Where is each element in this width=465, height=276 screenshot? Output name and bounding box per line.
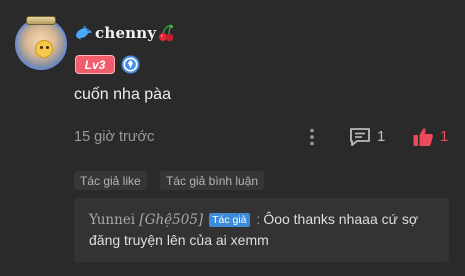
reply-icon[interactable] xyxy=(349,127,371,147)
reply-author-name-suffix: [Ghệ505] xyxy=(139,212,204,228)
avatar-image xyxy=(15,18,67,70)
avatar-frame-badge xyxy=(26,16,56,25)
avatar[interactable] xyxy=(15,16,67,70)
avatar-face-decoration xyxy=(35,40,53,58)
more-vertical-icon[interactable] xyxy=(306,127,318,147)
author-chip: Tác giả xyxy=(209,213,250,227)
reply-author-name[interactable]: Yunnei [Ghệ505] xyxy=(89,212,203,228)
verified-badge-icon xyxy=(121,55,140,74)
reply-separator: : xyxy=(256,211,261,227)
reply-author-name-prefix: Yunnei xyxy=(89,212,140,228)
level-badge: Lv3 xyxy=(75,55,115,74)
like-count: 1 xyxy=(440,128,449,145)
dolphin-icon xyxy=(75,25,93,41)
author-liked-tag: Tác giả like xyxy=(74,171,147,190)
author-replied-tag: Tác giả bình luận xyxy=(160,171,265,190)
comment-timestamp: 15 giờ trước xyxy=(74,129,155,145)
cherry-icon xyxy=(158,24,174,42)
comment-text: cuốn nha pàa xyxy=(74,86,171,103)
username[interactable]: chenny xyxy=(95,24,156,42)
thumbs-up-icon[interactable] xyxy=(412,126,434,148)
reply-count: 1 xyxy=(377,128,386,145)
reply-preview[interactable]: Yunnei [Ghệ505] Tác giả : Ôoo thanks nhaa… xyxy=(74,198,449,262)
username-row[interactable]: chenny xyxy=(75,22,174,44)
